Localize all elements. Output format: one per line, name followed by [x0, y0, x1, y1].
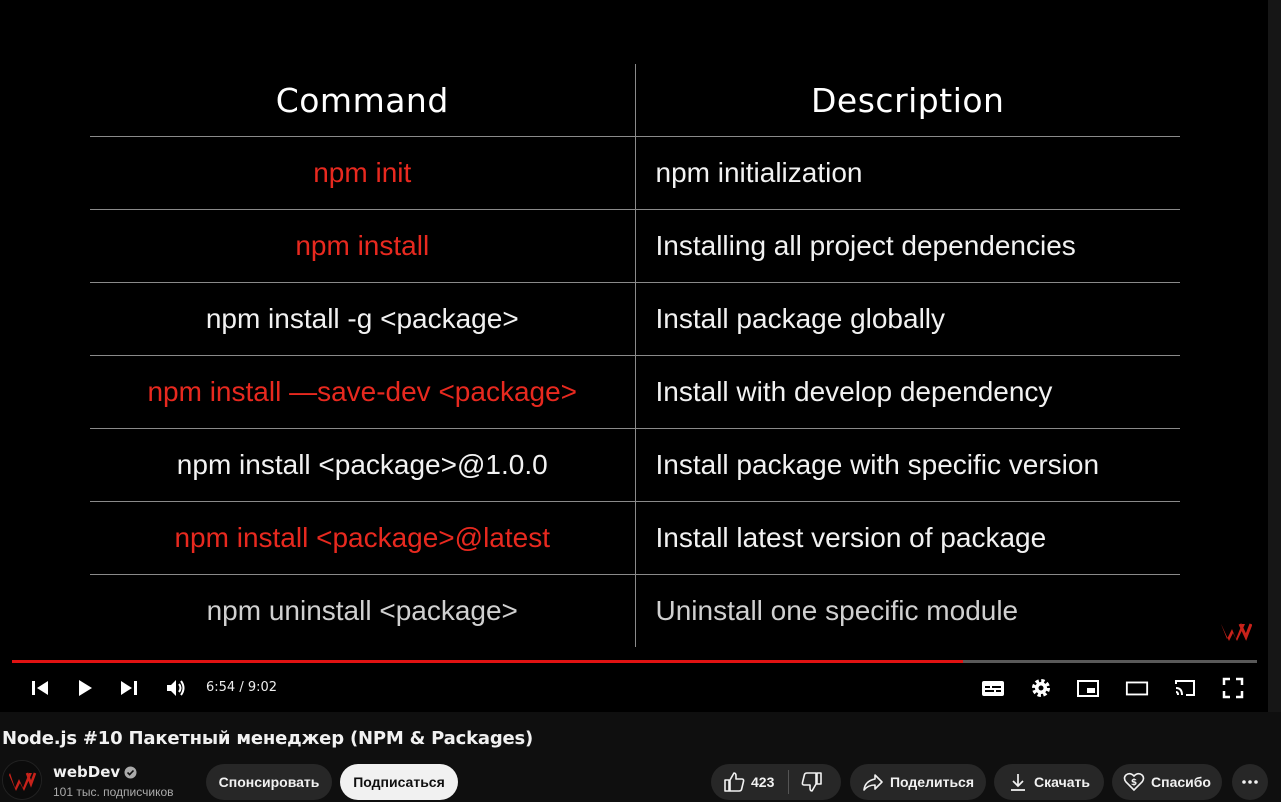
slide-command-cell: npm install <package>@1.0.0 [90, 428, 635, 502]
play-icon[interactable] [73, 676, 97, 700]
slide-description-cell: Install package globally [634, 282, 1180, 356]
thanks-button[interactable]: $ Спасибо [1112, 764, 1222, 800]
slide-row: npm install Installing all project depend… [90, 209, 1180, 283]
slide-row: npm install -g <package> Install package … [90, 282, 1180, 356]
channel-avatar[interactable] [2, 760, 42, 800]
slide-command-cell: npm install —save-dev <package> [90, 355, 635, 429]
verified-check-icon [124, 766, 137, 778]
dislike-button[interactable] [789, 764, 823, 800]
slide-description-cell: npm initialization [634, 136, 1180, 210]
like-dislike-group: 423 [711, 764, 841, 800]
share-label: Поделиться [889, 774, 975, 790]
slide-row: npm install —save-dev <package> Install w… [90, 355, 1180, 429]
channel-name-link[interactable]: webDev [53, 763, 137, 781]
like-button[interactable]: 423 [711, 764, 788, 800]
slide-header-row: Command Description [90, 64, 1180, 137]
fullscreen-icon[interactable] [1221, 676, 1245, 700]
volume-icon[interactable] [164, 676, 188, 700]
thanks-heart-icon: $ [1123, 772, 1145, 792]
more-dots-icon [1242, 780, 1258, 784]
header-description: Description [634, 64, 1180, 137]
slide-description-cell: Uninstall one specific module [634, 574, 1180, 647]
miniplayer-icon[interactable] [1076, 676, 1100, 700]
thumbs-up-icon [724, 772, 745, 792]
video-frame[interactable]: Command Description npm init npm initiali… [0, 0, 1268, 660]
progress-played [12, 660, 963, 663]
sponsor-label: Спонсировать [218, 774, 320, 790]
cast-icon[interactable] [1173, 676, 1197, 700]
channel-logo-icon [3, 761, 41, 799]
theater-icon[interactable] [1125, 676, 1149, 700]
slide-command-cell: npm init [90, 136, 635, 210]
thumbs-down-icon [801, 772, 823, 792]
slide-description-cell: Install latest version of package [634, 501, 1180, 575]
video-title: Node.js #10 Пакетный менеджер (NPM & Pac… [2, 728, 534, 749]
player-controls: 6:54 / 9:02 [0, 666, 1268, 710]
slide-command-cell: npm install [90, 209, 635, 283]
svg-text:$: $ [1131, 778, 1137, 788]
subscribe-button[interactable]: Подписаться [340, 764, 458, 800]
like-count: 423 [751, 774, 775, 790]
slide-description-cell: Install package with specific version [634, 428, 1180, 502]
slide-description-cell: Installing all project dependencies [634, 209, 1180, 283]
slide-row: npm uninstall <package> Uninstall one spe… [90, 574, 1180, 647]
channel-name: webDev [53, 763, 121, 781]
sponsor-button[interactable]: Спонсировать [206, 764, 332, 800]
more-actions-button[interactable] [1232, 764, 1268, 800]
channel-watermark-icon [1221, 623, 1252, 641]
header-command: Command [90, 64, 635, 137]
download-label: Скачать [1034, 774, 1090, 790]
previous-icon[interactable] [28, 676, 52, 700]
slide-row: npm install <package>@latest Install late… [90, 501, 1180, 575]
slide-command-cell: npm install <package>@latest [90, 501, 635, 575]
download-icon [1008, 772, 1028, 792]
subscribe-label: Подписаться [353, 774, 445, 790]
slide-description-cell: Install with develop dependency [634, 355, 1180, 429]
slide-command-cell: npm uninstall <package> [206, 595, 518, 626]
share-icon [862, 772, 884, 792]
slide-table: Command Description npm init npm initiali… [90, 64, 1180, 647]
video-player[interactable]: Command Description npm init npm initiali… [0, 0, 1268, 712]
download-button[interactable]: Скачать [994, 764, 1104, 800]
next-icon[interactable] [117, 676, 141, 700]
thanks-label: Спасибо [1151, 774, 1211, 790]
slide-row: npm init npm initialization [90, 136, 1180, 210]
page-scrollbar[interactable] [1268, 0, 1281, 712]
progress-bar[interactable] [12, 660, 1257, 663]
subscriber-count: 101 тыс. подписчиков [53, 785, 174, 799]
slide-command-cell: npm install -g <package> [90, 282, 635, 356]
slide-row: npm install <package>@1.0.0 Install packa… [90, 428, 1180, 502]
share-button[interactable]: Поделиться [850, 764, 986, 800]
time-display: 6:54 / 9:02 [206, 680, 278, 695]
subtitles-icon[interactable] [981, 676, 1005, 700]
settings-icon[interactable] [1029, 676, 1053, 700]
